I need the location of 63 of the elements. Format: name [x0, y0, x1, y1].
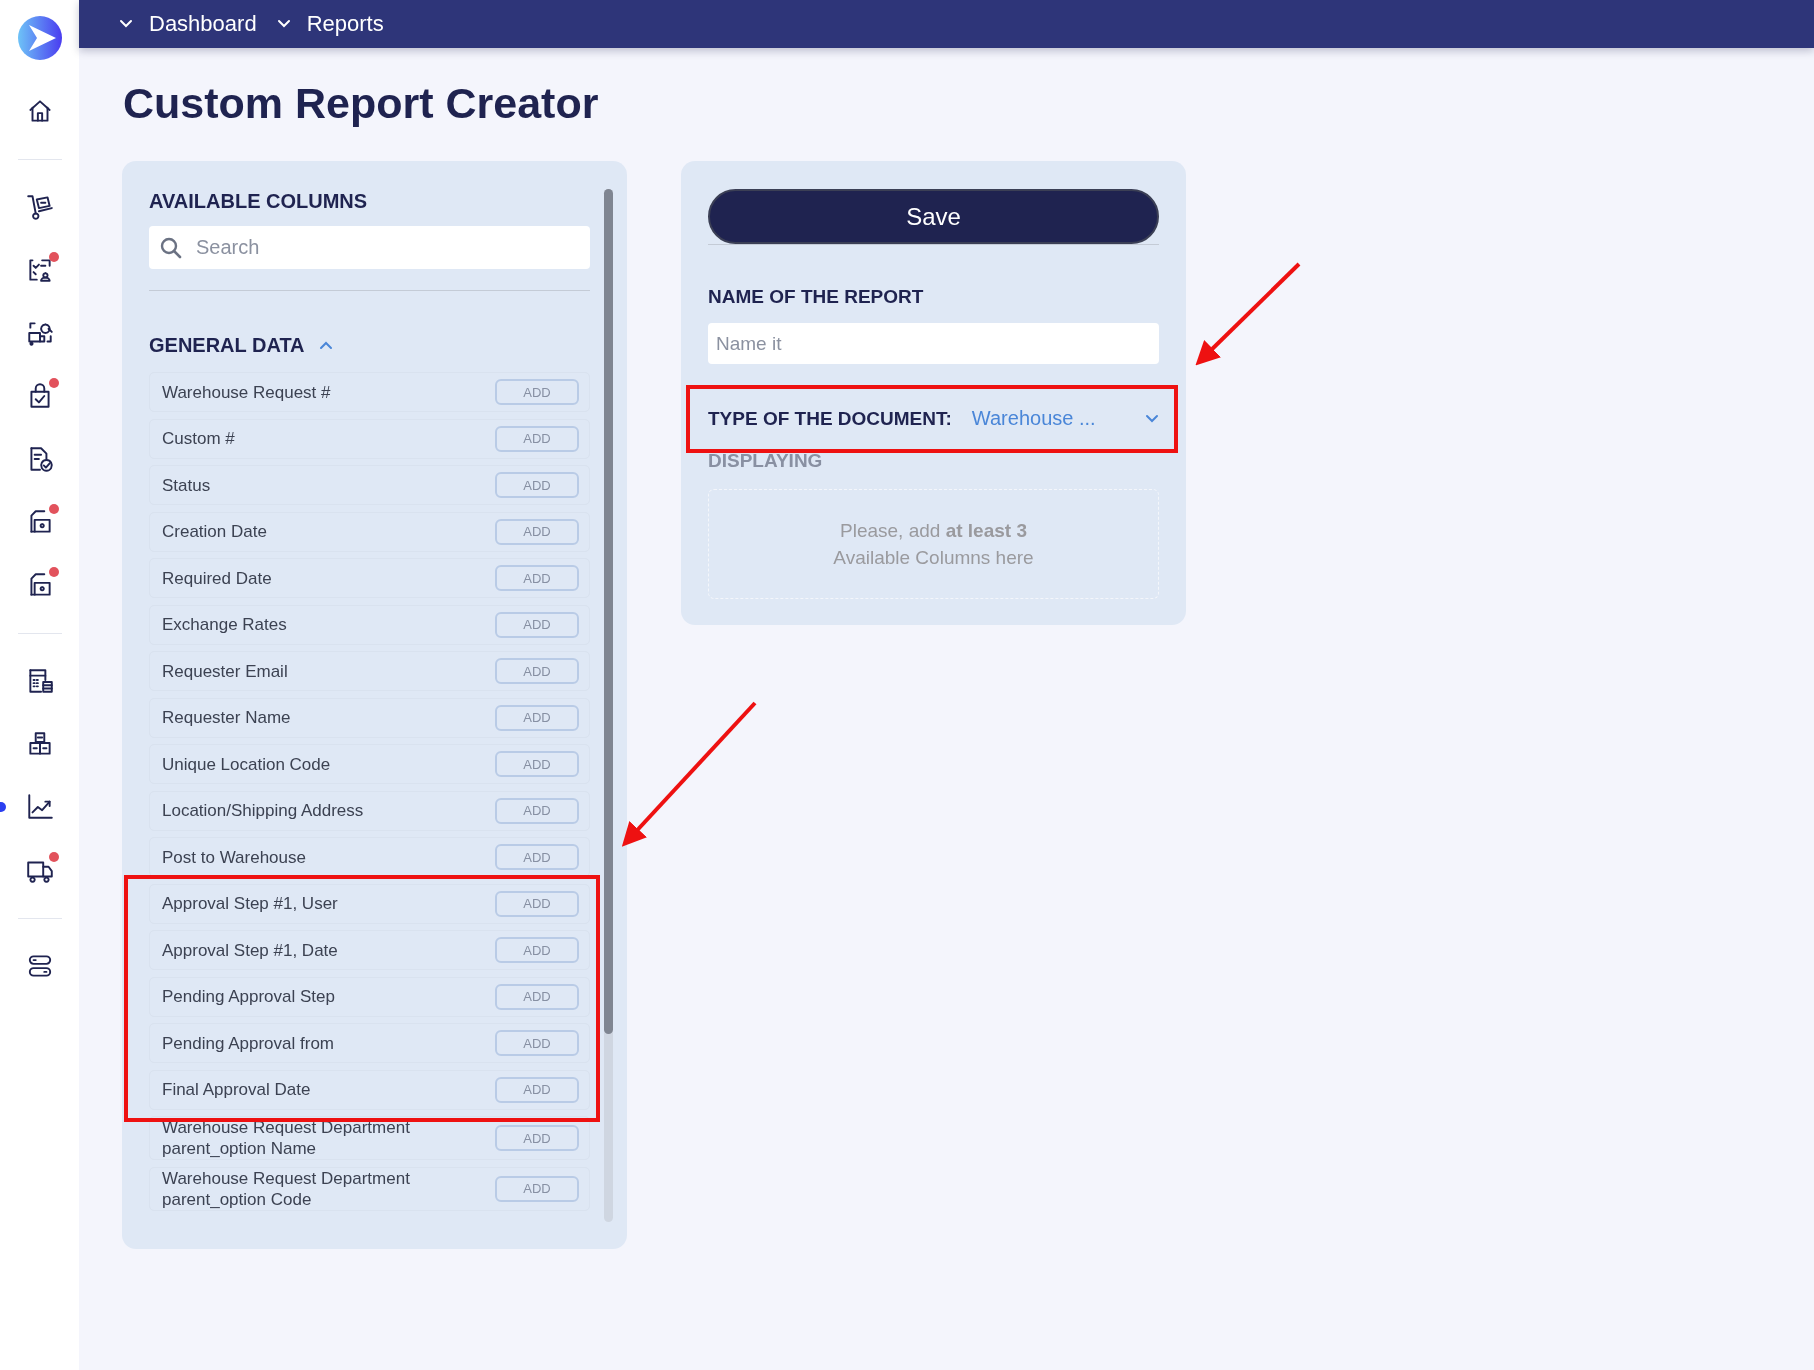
cart-icon[interactable] [24, 192, 55, 222]
column-name: Warehouse Request Department parent_option Code [162, 1167, 411, 1210]
column-name: Approval Step #1, Date [162, 939, 338, 961]
page-title: Custom Report Creator [123, 80, 600, 128]
column-name: Exchange Rates [162, 614, 287, 636]
name-field[interactable]: Name it [708, 323, 1159, 365]
notification-dot [49, 504, 59, 514]
add-button[interactable]: ADD [495, 379, 579, 406]
search-icon [159, 236, 183, 261]
add-button[interactable]: ADD [495, 1030, 579, 1057]
column-name: Requester Name [162, 707, 291, 729]
chevron-icon[interactable] [318, 340, 333, 351]
column-name: Location/Shipping Address [162, 800, 364, 822]
column-name: Warehouse Request Department parent_option Name [162, 1117, 411, 1160]
column-name: Requester Email [162, 660, 288, 682]
field-label: NAME OF THE REPORT [708, 286, 925, 309]
scrollbar-thumb[interactable] [604, 189, 613, 1035]
column-name: Custom # [162, 428, 235, 450]
add-button[interactable]: ADD [495, 1125, 579, 1152]
add-button[interactable]: ADD [495, 425, 579, 452]
add-button[interactable]: ADD [495, 658, 579, 685]
add-button[interactable]: ADD [495, 1175, 579, 1202]
notification-dot [49, 252, 59, 262]
column-name: Post to Warehouse [162, 846, 306, 868]
add-button[interactable]: ADD [495, 844, 579, 871]
column-name: Status [162, 474, 211, 496]
add-button[interactable]: ADD [495, 611, 579, 638]
chevron-icon [276, 19, 291, 29]
column-name: Pending Approval Step [162, 986, 335, 1008]
logo-icon[interactable] [17, 16, 62, 60]
section-label: DISPLAYING [708, 450, 824, 473]
column-name: Approval Step #1, User [162, 893, 338, 915]
column-name: Unique Location Code [162, 753, 331, 775]
field-label: TYPE OF THE DOCUMENT: [708, 407, 952, 430]
column-name: Final Approval Date [162, 1079, 311, 1101]
add-button[interactable]: ADD [495, 797, 579, 824]
add-button[interactable]: ADD [495, 518, 579, 545]
column-name: Creation Date [162, 521, 267, 543]
section-title: GENERAL DATA [149, 333, 305, 358]
breadcrumb-link[interactable]: Reports [276, 11, 384, 37]
chevron-icon [119, 19, 133, 29]
notification-dot [49, 567, 59, 577]
add-button[interactable]: ADD [495, 890, 579, 917]
add-button[interactable]: ADD [495, 704, 579, 731]
column-name: Pending Approval from [162, 1032, 334, 1054]
document-type-dropdown[interactable]: Warehouse ... [971, 407, 1159, 431]
save-button[interactable]: Save [708, 189, 1159, 245]
panel-heading: AVAILABLE COLUMNS [149, 189, 369, 214]
chevron-icon [1145, 413, 1159, 424]
notification-dot [49, 378, 59, 388]
active-indicator [0, 802, 6, 812]
column-name: Required Date [162, 567, 272, 589]
drop-zone-hint: Please, add at least 3 Available Columns here [832, 519, 1035, 571]
add-button[interactable]: ADD [495, 1076, 579, 1103]
search-field[interactable]: Search [149, 226, 590, 270]
add-button[interactable]: ADD [495, 472, 579, 499]
add-button[interactable]: ADD [495, 937, 579, 964]
column-name: Warehouse Request # [162, 381, 331, 403]
breadcrumb-link[interactable]: Dashboard [119, 11, 257, 37]
notification-dot [49, 852, 59, 862]
add-button[interactable]: ADD [495, 565, 579, 592]
add-button[interactable]: ADD [495, 983, 579, 1010]
add-button[interactable]: ADD [495, 751, 579, 778]
